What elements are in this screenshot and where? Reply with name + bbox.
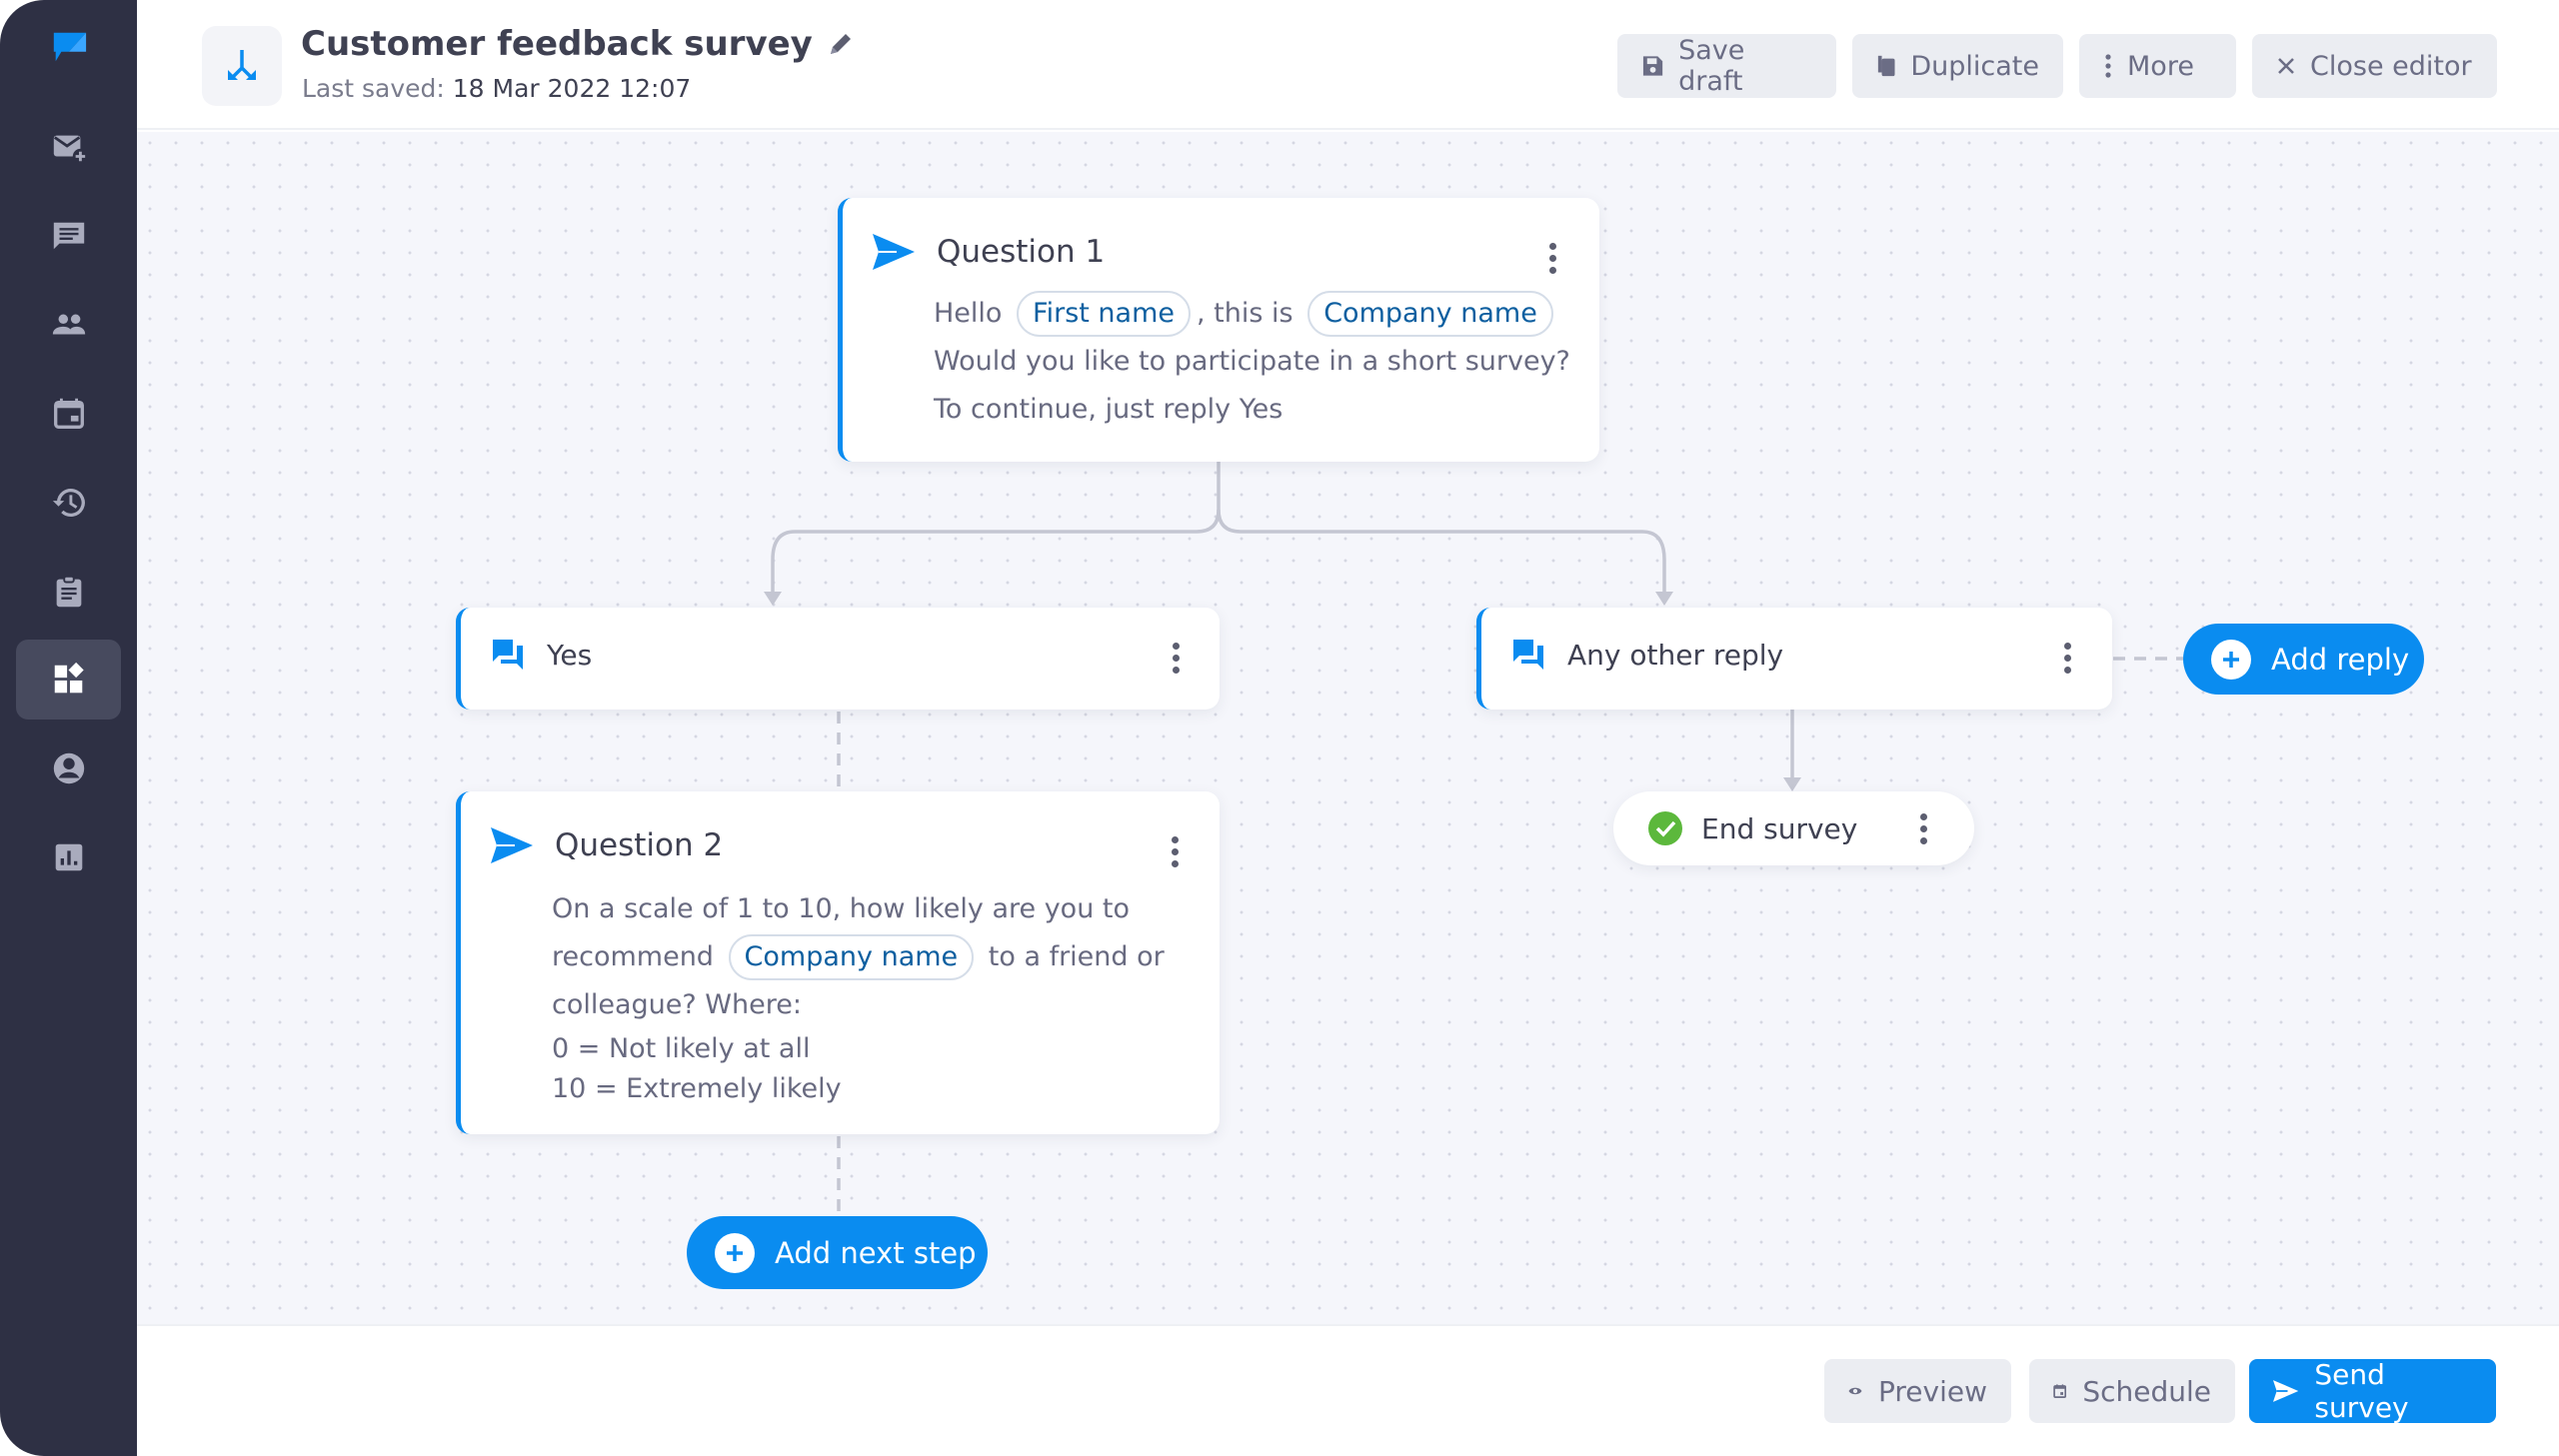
calendar-icon (53, 398, 84, 429)
flow-type-badge (202, 26, 282, 106)
end-survey-node[interactable]: End survey (1613, 791, 1974, 865)
question-1-header: Question 1 (873, 234, 1105, 270)
close-icon (2278, 58, 2294, 74)
reply-yes-card[interactable]: Yes (456, 608, 1220, 710)
sidebar-item-history[interactable] (16, 463, 121, 543)
survey-title: Customer feedback survey (301, 24, 813, 64)
question-2-card[interactable]: Question 2 On a scale of 1 to 10, how li… (456, 791, 1220, 1134)
calendar-icon (2053, 1384, 2067, 1398)
question-2-menu-button[interactable] (1160, 831, 1190, 871)
question-1-message: Hello First name, this is Company name W… (934, 290, 1593, 434)
history-icon (52, 489, 85, 517)
variable-chip-company-name[interactable]: Company name (728, 934, 975, 980)
last-saved: Last saved: 18 Mar 2022 12:07 (302, 74, 692, 103)
question-2-header: Question 2 (491, 827, 723, 863)
account-icon (53, 752, 84, 784)
sidebar-item-new-message[interactable] (16, 107, 121, 187)
reply-other-header: Any other reply (1511, 638, 1783, 672)
sidebar-item-calendar[interactable] (16, 374, 121, 454)
page-title: Customer feedback survey (301, 24, 855, 64)
reply-other-menu-button[interactable] (2052, 638, 2082, 678)
brand-chat-flag-icon (53, 32, 86, 62)
more-button[interactable]: More (2079, 34, 2236, 98)
mail-add-icon (53, 135, 88, 165)
add-reply-button[interactable]: Add reply (2183, 624, 2424, 695)
preview-button[interactable]: Preview (1824, 1359, 2011, 1423)
contacts-icon (52, 314, 85, 335)
check-circle-icon (1648, 811, 1682, 845)
reply-yes-header: Yes (491, 638, 592, 672)
eye-icon (1848, 1387, 1862, 1395)
reply-other-card[interactable]: Any other reply (1476, 608, 2112, 710)
plus-circle-icon (2211, 639, 2251, 680)
sidebar (0, 0, 137, 1456)
close-editor-button[interactable]: Close editor (2252, 34, 2497, 98)
send-icon (2273, 1380, 2299, 1402)
plus-circle-icon (715, 1232, 755, 1273)
send-icon (491, 827, 533, 863)
sidebar-item-messages[interactable] (16, 196, 121, 276)
sidebar-item-account[interactable] (16, 728, 121, 808)
more-vertical-icon (2105, 54, 2111, 78)
sidebar-item-surveys[interactable] (16, 552, 121, 632)
send-survey-button[interactable]: Send survey (2249, 1358, 2496, 1424)
sidebar-item-contacts[interactable] (16, 285, 121, 365)
sidebar-item-apps[interactable] (16, 640, 121, 720)
question-2-message: On a scale of 1 to 10, how likely are yo… (552, 893, 1165, 1104)
reply-yes-menu-button[interactable] (1161, 638, 1191, 678)
chart-icon (55, 843, 82, 871)
brand-logo[interactable] (16, 8, 121, 88)
variable-chip-first-name[interactable]: First name (1017, 291, 1192, 337)
duplicate-button[interactable]: Duplicate (1852, 34, 2063, 98)
editor-header: Customer feedback survey Last saved: 18 … (137, 0, 2559, 130)
clipboard-icon (56, 575, 81, 608)
apps-icon (54, 662, 84, 694)
save-icon (1642, 56, 1663, 76)
schedule-button[interactable]: Schedule (2029, 1359, 2235, 1423)
send-icon (873, 234, 915, 270)
sidebar-item-reports[interactable] (16, 817, 121, 897)
pencil-icon[interactable] (827, 30, 855, 58)
chat-icon (53, 222, 84, 250)
add-next-step-button[interactable]: Add next step (687, 1216, 988, 1289)
duplicate-icon (1877, 55, 1895, 77)
end-survey-menu-button[interactable] (1908, 808, 1938, 848)
question-1-card[interactable]: Question 1 Hello First name, this is Com… (838, 198, 1599, 462)
replies-icon (493, 640, 523, 670)
question-1-menu-button[interactable] (1537, 238, 1567, 278)
replies-icon (1513, 640, 1543, 670)
save-draft-button[interactable]: Save draft (1617, 34, 1836, 98)
variable-chip-company-name[interactable]: Company name (1307, 291, 1553, 337)
editor-footer: Preview Schedule Send survey (137, 1324, 2559, 1456)
last-saved-value: 18 Mar 2022 12:07 (452, 74, 692, 103)
split-flow-icon (228, 50, 256, 80)
